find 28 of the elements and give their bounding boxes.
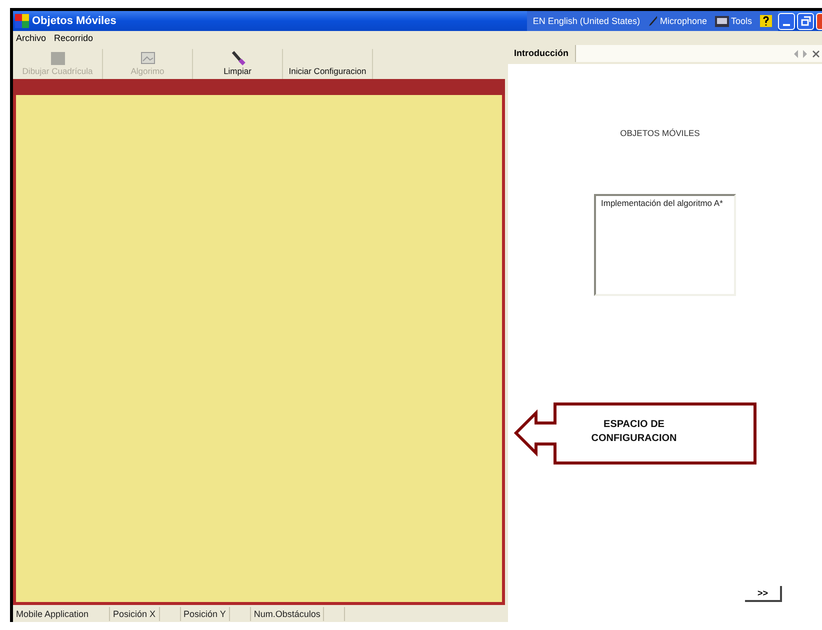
next-button[interactable]: >> (745, 586, 782, 602)
help-icon[interactable] (760, 15, 772, 27)
keyboard-icon (714, 16, 729, 26)
close-button[interactable] (816, 12, 822, 30)
image-icon (140, 52, 154, 64)
description-textbox[interactable]: Implementación del algoritmo A* (594, 194, 736, 296)
panel-heading: OBJETOS MÓVILES (620, 128, 700, 138)
configuration-canvas[interactable] (13, 79, 505, 605)
square-icon (50, 52, 64, 64)
status-panel: Num.Obstáculos (250, 606, 324, 620)
language-indicator[interactable]: EN English (United States) (532, 16, 640, 26)
language-bar-item[interactable]: Microphone (648, 15, 707, 27)
menu-item[interactable]: Archivo (16, 33, 46, 43)
status-panel: Posición Y (180, 606, 230, 620)
menu-item[interactable]: Recorrido (54, 33, 94, 43)
restore-icon (800, 16, 810, 26)
microphone-icon (648, 15, 658, 27)
restore-button[interactable] (797, 12, 814, 30)
language-bar-item[interactable]: Tools (714, 16, 752, 26)
status-panel: Posición X (110, 606, 160, 620)
callout-text: ESPACIO DE CONFIGURACION (590, 418, 678, 446)
app-logo-icon (15, 14, 29, 28)
status-panel: Mobile Application (13, 606, 110, 620)
brush-icon (230, 50, 246, 66)
window-title: Objetos Móviles (32, 15, 118, 27)
panel-tab[interactable]: Introducción (508, 45, 576, 62)
minimize-icon (783, 24, 790, 26)
minimize-button[interactable] (778, 12, 795, 30)
